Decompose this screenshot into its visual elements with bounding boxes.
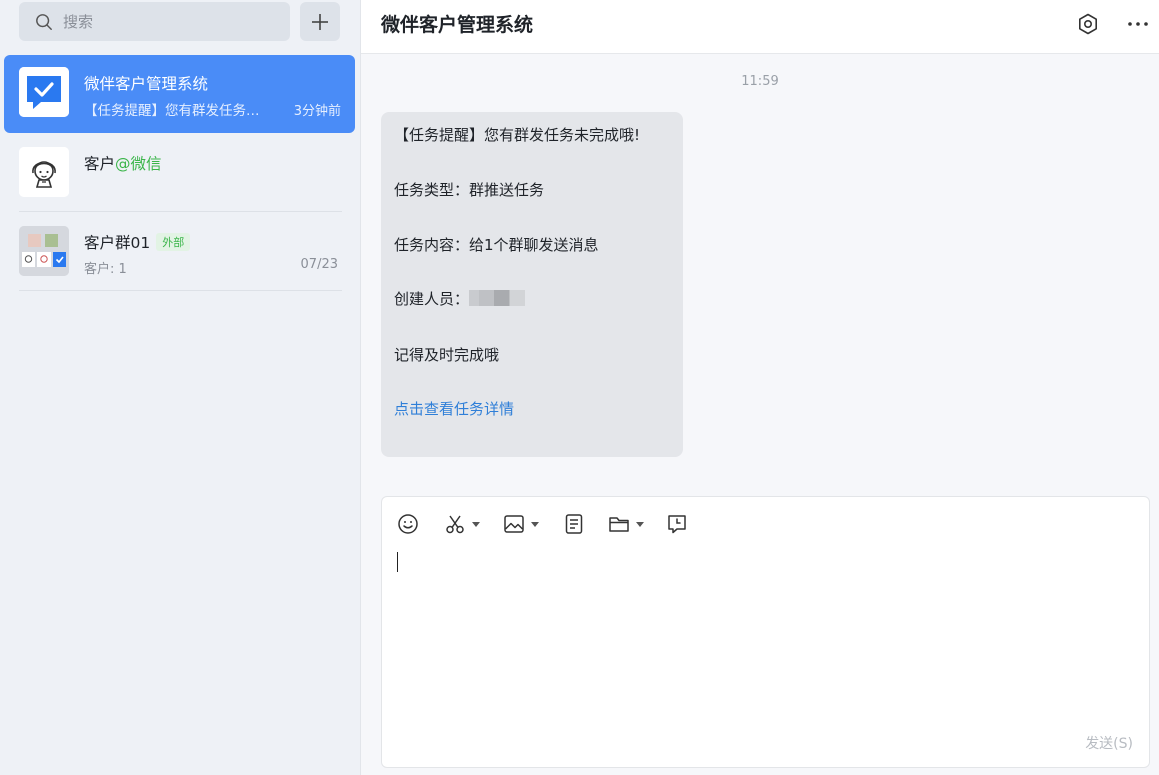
conversation-preview: 【任务提醒】您有群发任务… [84, 103, 260, 119]
group-member-count: 客户: 1 [84, 262, 127, 277]
search-input[interactable] [63, 12, 263, 31]
chat-title: 微伴客户管理系统 [381, 14, 534, 36]
chat-header: 微伴客户管理系统 [361, 0, 1159, 54]
sidebar: 微伴客户管理系统 【任务提醒】您有群发任务… 3分钟前 客户@微信 [0, 0, 361, 775]
group-avatar [19, 226, 69, 276]
clock-message-icon [668, 515, 686, 534]
group-name: 客户群01 [84, 234, 151, 252]
chat-panel: 微伴客户管理系统 11:59 【任务提醒】您有群发任务未完成哦! 任务类型：群推… [361, 0, 1159, 775]
external-badge: 外部 [156, 233, 191, 251]
more-icon [1128, 22, 1148, 26]
creator-name-redacted [469, 290, 526, 306]
message-editor[interactable]: 发送(S) [381, 496, 1150, 768]
image-icon [504, 515, 524, 533]
chevron-down-icon[interactable] [636, 520, 644, 528]
conversation-name: 客户群01 外部 [84, 231, 191, 253]
message-line-creator: 创建人员： [394, 288, 526, 309]
conversation-item-group[interactable]: 客户群01 外部 客户: 1 07/23 [0, 212, 361, 291]
conversation-item-customer[interactable]: 客户@微信 [0, 133, 361, 212]
task-detail-link[interactable]: 点击查看任务详情 [394, 398, 514, 419]
add-button[interactable] [300, 2, 340, 41]
conversation-item-weiban[interactable]: 微伴客户管理系统 【任务提醒】您有群发任务… 3分钟前 [4, 55, 355, 133]
group-avatar-icon [19, 226, 69, 276]
message-area[interactable]: 11:59 【任务提醒】您有群发任务未完成哦! 任务类型：群推送任务 任务内容：… [361, 55, 1159, 495]
scissors-icon [446, 515, 464, 534]
scheduled-message-button[interactable] [666, 511, 688, 537]
search-icon [36, 13, 52, 30]
send-button[interactable]: 发送(S) [1085, 733, 1133, 753]
chevron-down-icon[interactable] [472, 520, 480, 528]
message-line-reminder: 【任务提醒】您有群发任务未完成哦! [394, 126, 641, 144]
document-button[interactable] [563, 511, 585, 537]
message-line-content: 任务内容：给1个群聊发送消息 [394, 236, 599, 254]
customer-name: 客户 [84, 155, 116, 173]
more-button[interactable] [1124, 10, 1152, 38]
screenshot-button[interactable] [444, 511, 480, 537]
message-line-remind: 记得及时完成哦 [394, 346, 500, 364]
settings-button[interactable] [1074, 10, 1102, 38]
girl-avatar-icon [19, 147, 69, 197]
document-icon [565, 514, 583, 534]
app-avatar [19, 67, 69, 117]
image-button[interactable] [503, 511, 539, 537]
settings-icon [1079, 13, 1097, 35]
wechat-tag: @微信 [115, 155, 162, 173]
emoji-button[interactable] [397, 511, 419, 537]
message-bubble: 【任务提醒】您有群发任务未完成哦! 任务类型：群推送任务 任务内容：给1个群聊发… [381, 112, 683, 457]
creator-label: 创建人员： [394, 290, 470, 308]
task-check-icon [19, 67, 69, 117]
plus-icon [312, 13, 328, 30]
search-box[interactable] [19, 2, 290, 41]
divider [19, 290, 342, 291]
folder-button[interactable] [608, 511, 644, 537]
customer-avatar [19, 147, 69, 197]
conversation-time: 07/23 [300, 257, 338, 272]
search-row [19, 2, 340, 41]
conversation-name: 微伴客户管理系统 [84, 75, 209, 93]
conversation-name: 客户@微信 [84, 152, 162, 174]
emoji-icon [398, 514, 418, 534]
message-timestamp: 11:59 [741, 74, 779, 89]
text-cursor [397, 552, 398, 572]
conversation-time: 3分钟前 [293, 104, 341, 119]
chevron-down-icon[interactable] [531, 520, 539, 528]
folder-icon [609, 517, 629, 532]
message-line-type: 任务类型：群推送任务 [394, 181, 545, 199]
